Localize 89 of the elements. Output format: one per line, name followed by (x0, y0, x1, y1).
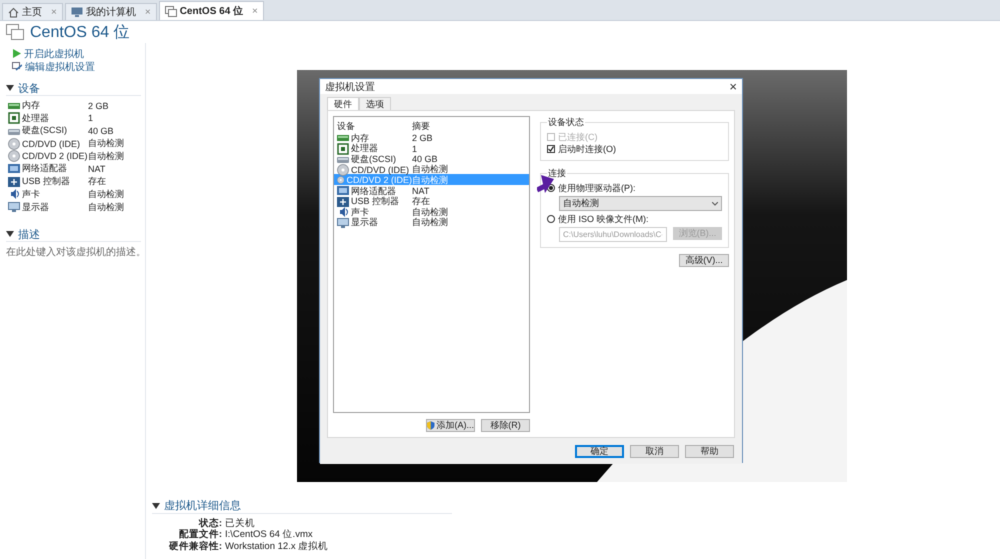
device-value: 存在 (88, 175, 107, 188)
detail-value: I:\CentOS 64 位.vmx (225, 528, 314, 541)
tab[interactable]: 主页 × (2, 3, 63, 20)
cd-icon (8, 150, 20, 162)
device-name[interactable]: 网络适配器 (22, 162, 67, 176)
shield-icon (427, 421, 434, 430)
checkbox[interactable] (547, 145, 555, 153)
add-button[interactable]: 添加(A)... (426, 419, 475, 432)
caret-icon (712, 202, 718, 206)
dialog-title: 虚拟机设置 (325, 80, 375, 94)
tab-label: 我的计算机 (86, 6, 136, 19)
action-link[interactable]: 开启此虚拟机 (24, 46, 84, 60)
usb-icon (337, 196, 349, 208)
device-row[interactable]: 内存 2 GB (334, 132, 529, 142)
device-row[interactable]: 显示器 自动检测 (334, 216, 529, 227)
usb-icon (8, 176, 20, 188)
drive-dropdown[interactable]: 自动检测 (559, 196, 722, 211)
advanced-button[interactable]: 高级(V)... (679, 254, 729, 267)
section-title: 描述 (18, 228, 40, 242)
device-value: 2 GB (88, 100, 110, 110)
device-row[interactable]: USB 控制器 存在 (334, 195, 529, 206)
tab-label: CentOS 64 位 (180, 4, 244, 18)
dialog-button[interactable]: 帮助 (685, 444, 734, 458)
vm-title: CentOS 64 位 (30, 22, 130, 42)
detail-label: 硬件兼容性: (168, 540, 222, 552)
dialog-button[interactable]: 确定 (575, 444, 624, 458)
settings-icon (12, 62, 22, 71)
device-name[interactable]: 内存 (22, 99, 40, 112)
tab[interactable]: 硬件 (327, 97, 359, 110)
play-icon (12, 49, 21, 58)
detail-label: 状态: (198, 516, 222, 528)
monitor-icon (70, 6, 83, 18)
device-row[interactable]: 网络适配器 NAT (334, 184, 529, 196)
collapse-icon[interactable] (6, 231, 14, 238)
radio-label: 使用 ISO 映像文件(M): (558, 212, 648, 226)
checkbox-label: 启动时连接(O) (558, 142, 616, 156)
display-icon (8, 201, 20, 213)
device-value: 1 (88, 113, 94, 124)
section-title: 虚拟机详细信息 (164, 498, 241, 513)
device-name[interactable]: 声卡 (22, 188, 40, 201)
column-header: 摘要 (412, 120, 431, 133)
device-row[interactable]: CD/DVD (IDE) 自动检测 (334, 163, 529, 174)
network-icon (8, 162, 20, 175)
device-value: NAT (88, 164, 106, 174)
close-icon[interactable]: × (729, 79, 737, 94)
detail-value: 已关机 (225, 516, 256, 530)
device-name[interactable]: CD/DVD 2 (IDE) (22, 151, 88, 162)
remove-button[interactable]: 移除(R) (481, 419, 530, 432)
network-icon (337, 185, 349, 198)
cpu-icon (8, 112, 20, 124)
device-name[interactable]: 硬盘(SCSI) (22, 124, 67, 138)
description-placeholder[interactable]: 在此处键入对该虚拟机的描述。 (6, 245, 141, 260)
vm-icon (164, 6, 177, 16)
sound-icon (8, 188, 20, 200)
checkbox-label: 已连接(C) (558, 130, 598, 144)
action-link[interactable]: 编辑虚拟机设置 (25, 60, 95, 74)
dialog-button[interactable]: 取消 (630, 444, 679, 458)
vm-icon (6, 24, 24, 40)
section-title: 设备 (18, 82, 40, 96)
sound-icon (337, 206, 349, 218)
cpu-icon (337, 142, 349, 155)
radio-label: 使用物理驱动器(P): (558, 182, 636, 194)
tab[interactable]: 我的计算机 × (64, 3, 157, 20)
device-value: 自动检测 (88, 150, 125, 163)
collapse-icon[interactable] (6, 85, 14, 91)
home-icon (8, 6, 19, 18)
device-row[interactable]: 硬盘(SCSI) 40 GB (334, 152, 529, 164)
device-name[interactable]: 处理器 (22, 112, 49, 125)
detail-label: 配置文件: (178, 528, 222, 540)
device-name[interactable]: USB 控制器 (22, 175, 70, 188)
group-title: 设备状态 (547, 116, 585, 129)
display-icon (337, 216, 349, 229)
detail-value: Workstation 12.x 虚拟机 (225, 540, 330, 552)
device-value: 自动检测 (88, 188, 125, 201)
group-title: 连接 (547, 167, 567, 180)
device-value: 自动检测 (88, 137, 125, 150)
cd-icon (8, 138, 20, 150)
device-value: 自动检测 (88, 200, 125, 214)
device-name[interactable]: 显示器 (22, 200, 49, 214)
tab[interactable]: 选项 (359, 97, 391, 110)
device-row[interactable]: 声卡 自动检测 (334, 206, 529, 216)
tab-label: 主页 (22, 6, 42, 19)
device-name[interactable]: CD/DVD (IDE) (22, 138, 80, 149)
column-header: 设备 (337, 120, 356, 133)
device-value: 40 GB (88, 126, 115, 136)
close-icon[interactable]: × (252, 6, 258, 16)
device-row[interactable]: 处理器 1 (334, 142, 529, 153)
collapse-icon[interactable] (152, 502, 160, 508)
tab[interactable]: CentOS 64 位 × (158, 1, 264, 20)
